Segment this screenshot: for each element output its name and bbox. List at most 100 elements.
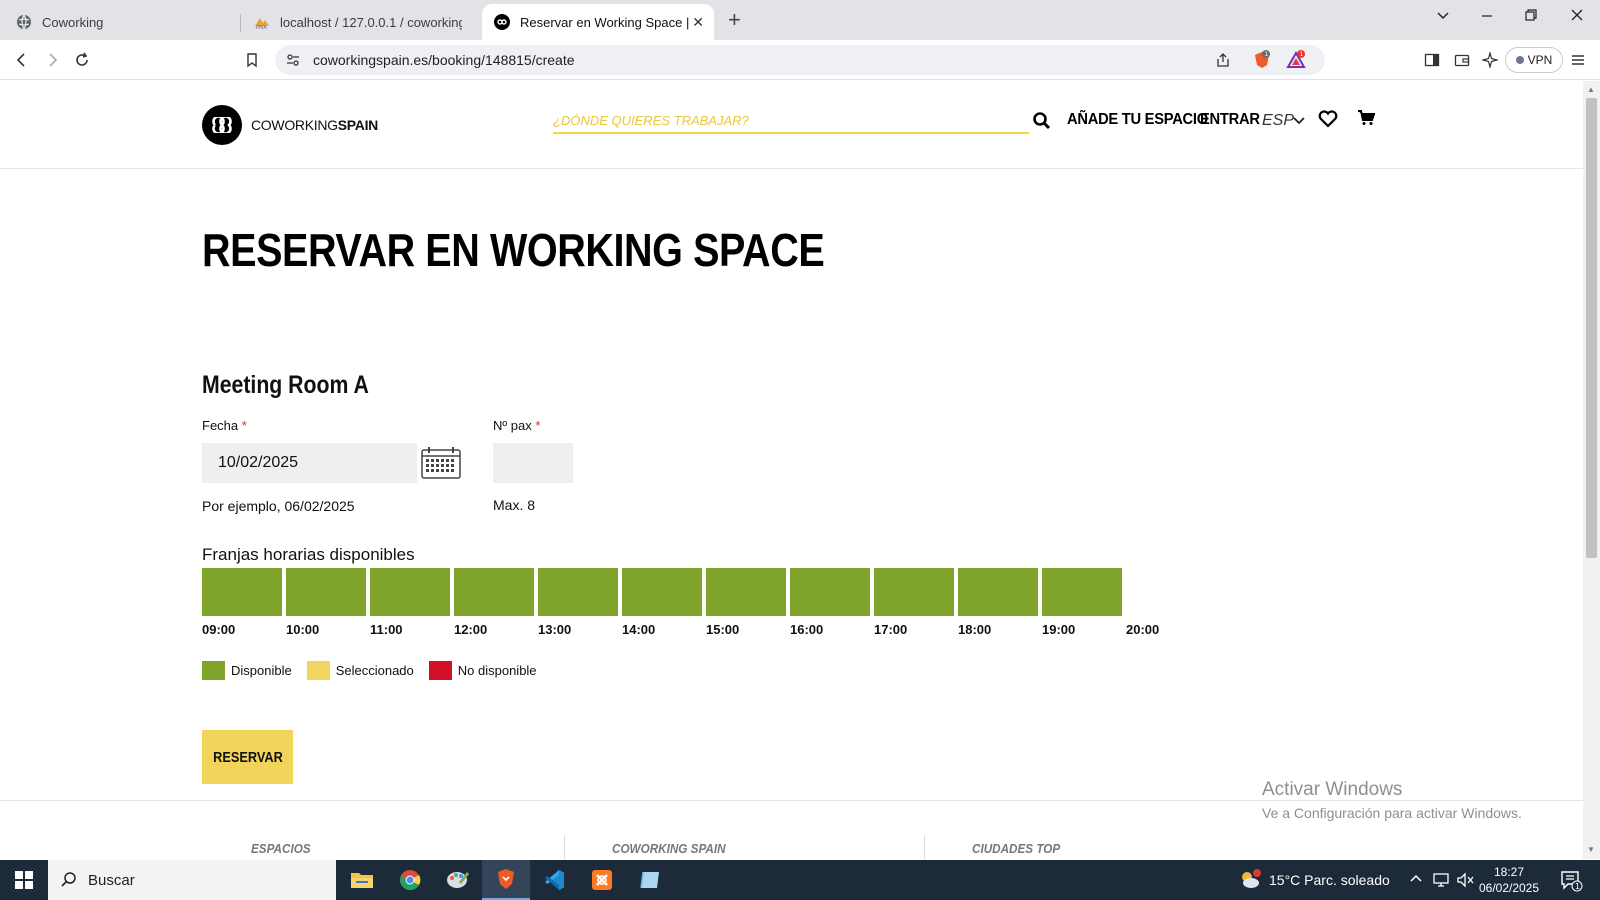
windows-activation-text: Ve a Configuración para activar Windows. [1262, 805, 1522, 821]
pax-input[interactable] [493, 443, 573, 483]
sidebar-icon[interactable] [1424, 52, 1440, 73]
reload-icon[interactable] [70, 48, 94, 72]
network-icon[interactable] [1432, 872, 1450, 893]
new-tab-button[interactable]: + [728, 8, 741, 32]
wallet-icon[interactable] [1454, 52, 1470, 73]
page-content: COWORKINGSPAIN AÑADE TU ESPACIO ENTRAR E… [0, 81, 1583, 859]
tab-separator [240, 14, 241, 32]
clock-date: 06/02/2025 [1478, 881, 1540, 895]
date-hint: Por ejemplo, 06/02/2025 [202, 498, 355, 514]
time-slot[interactable] [1042, 568, 1122, 616]
footer-column-divider [564, 835, 565, 859]
windows-start-icon[interactable] [0, 860, 48, 900]
time-slot[interactable] [622, 568, 702, 616]
add-space-link[interactable]: AÑADE TU ESPACIO [1067, 111, 1208, 129]
tab-coworking[interactable]: Coworking [4, 4, 236, 40]
back-arrow-icon[interactable] [10, 48, 34, 72]
leo-ai-icon[interactable] [1480, 50, 1500, 73]
time-slot[interactable] [874, 568, 954, 616]
tab-label: localhost / 127.0.0.1 / coworking / u [280, 14, 462, 30]
date-input[interactable] [202, 443, 417, 483]
time-slot[interactable] [790, 568, 870, 616]
close-window-button[interactable] [1570, 8, 1584, 27]
volume-muted-icon[interactable] [1456, 872, 1474, 893]
chrome-icon[interactable] [386, 860, 434, 900]
time-slot[interactable] [202, 568, 282, 616]
tab-search-chevron-icon[interactable] [1436, 8, 1450, 27]
legend-selected: Seleccionado [306, 661, 414, 680]
tab-phpmyadmin[interactable]: PMA localhost / 127.0.0.1 / coworking / … [242, 4, 474, 40]
xampp-icon[interactable] [578, 860, 626, 900]
reserve-button-label: RESERVAR [212, 748, 283, 766]
legend-label: No disponible [457, 663, 537, 678]
reserve-button[interactable]: RESERVAR [202, 730, 293, 784]
date-label-text: Fecha [202, 418, 239, 433]
date-label: Fecha * [202, 418, 247, 433]
location-search-input[interactable] [553, 108, 1029, 132]
logo-text[interactable]: COWORKINGSPAIN [251, 117, 378, 133]
paint-icon[interactable] [434, 860, 482, 900]
time-slots-title: Franjas horarias disponibles [202, 545, 415, 564]
url-text: coworkingspain.es/booking/148815/create [313, 52, 575, 68]
brave-shields-icon[interactable]: 1 [1252, 50, 1272, 75]
time-slot[interactable] [706, 568, 786, 616]
time-slot-label: 18:00 [958, 622, 992, 637]
chevron-down-icon[interactable] [1292, 114, 1306, 132]
close-tab-icon[interactable]: ✕ [692, 14, 704, 31]
footer-heading-coworkingspain[interactable]: COWORKING SPAIN [612, 841, 726, 856]
favorites-heart-icon[interactable] [1318, 110, 1338, 133]
time-slot-label: 15:00 [706, 622, 740, 637]
date-field [202, 443, 417, 483]
vpn-button[interactable]: VPN [1505, 47, 1563, 73]
pax-label: Nº pax * [493, 418, 540, 433]
clock[interactable]: 18:27 06/02/2025 [1474, 864, 1544, 896]
taskbar-search[interactable]: Buscar [48, 860, 336, 900]
weather-icon[interactable] [1238, 868, 1262, 897]
time-slot[interactable] [958, 568, 1038, 616]
weather-text[interactable]: 15°C Parc. soleado [1269, 872, 1390, 888]
required-mark: * [241, 418, 247, 433]
page-scrollbar[interactable]: ▲ ▼ [1583, 81, 1600, 859]
footer-heading-spaces[interactable]: ESPACIOS [251, 841, 311, 856]
location-search [553, 108, 1029, 134]
scroll-up-icon[interactable]: ▲ [1587, 85, 1595, 94]
svg-text:PMA: PMA [256, 25, 267, 30]
bookmark-icon[interactable] [240, 48, 264, 72]
language-selector[interactable]: ESP [1262, 112, 1294, 130]
footer-heading-top-cities[interactable]: CIUDADES TOP [972, 841, 1060, 856]
windows-activation-title: Activar Windows [1262, 779, 1403, 800]
time-slot[interactable] [286, 568, 366, 616]
time-slot[interactable] [454, 568, 534, 616]
site-settings-icon[interactable] [285, 52, 301, 73]
time-slot-labels: 09:00 10:00 11:00 12:00 13:00 14:00 15:00 16:00… [202, 622, 1159, 638]
brave-rewards-icon[interactable]: 1 [1286, 50, 1306, 75]
vscode-icon[interactable] [530, 860, 578, 900]
notifications-icon[interactable]: 1 [1560, 870, 1584, 897]
legend-swatch [306, 661, 330, 680]
forward-arrow-icon[interactable] [40, 48, 64, 72]
rewards-badge: 1 [1300, 51, 1304, 58]
time-slot[interactable] [370, 568, 450, 616]
scroll-down-icon[interactable]: ▼ [1587, 845, 1595, 854]
file-explorer-icon[interactable] [338, 860, 386, 900]
scrollbar-thumb[interactable] [1586, 98, 1597, 558]
share-icon[interactable] [1215, 52, 1231, 73]
search-icon[interactable] [1032, 111, 1052, 131]
coworkingspain-logo-icon[interactable] [202, 105, 242, 145]
minimize-button[interactable] [1480, 8, 1494, 27]
phpmyadmin-icon: PMA [254, 14, 270, 30]
time-slot-label: 19:00 [1042, 622, 1076, 637]
sticky-app-icon[interactable] [626, 860, 674, 900]
cart-icon[interactable] [1357, 110, 1376, 131]
login-link[interactable]: ENTRAR [1200, 111, 1260, 129]
address-bar[interactable]: coworkingspain.es/booking/148815/create [275, 45, 1325, 75]
tab-reservar[interactable]: Reservar en Working Space | Co ✕ [482, 4, 714, 40]
windows-taskbar: Buscar 15°C Parc. soleado 18:27 06/02/20… [0, 860, 1600, 900]
menu-icon[interactable] [1570, 52, 1586, 73]
show-hidden-icons-chevron[interactable] [1409, 872, 1423, 891]
calendar-icon[interactable] [420, 445, 462, 481]
restore-button[interactable] [1524, 8, 1538, 27]
brave-browser-icon[interactable] [482, 860, 530, 900]
legend-label: Seleccionado [335, 663, 414, 678]
time-slot[interactable] [538, 568, 618, 616]
